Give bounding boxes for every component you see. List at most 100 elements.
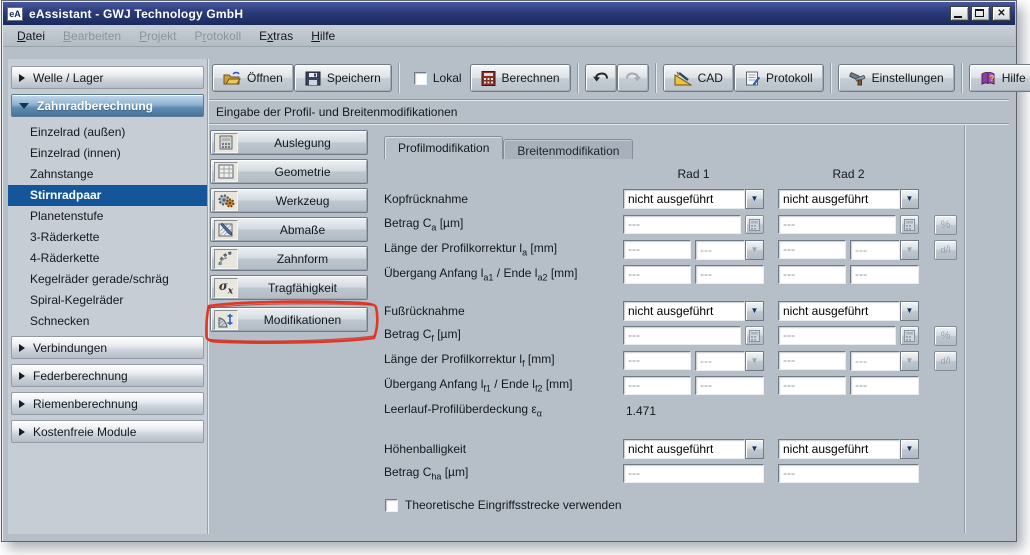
dropdown-arrow-icon: ▼	[745, 240, 764, 260]
laenge-lf-rad1-field[interactable]: ---	[623, 351, 691, 370]
close-button[interactable]: ✕	[992, 6, 1011, 21]
panel-separator	[964, 125, 966, 533]
sidebar-item-zahnstange[interactable]: Zahnstange	[8, 164, 207, 185]
cad-button[interactable]: CAD	[663, 64, 734, 92]
betrag-cf-rad1-field[interactable]: ---	[623, 326, 741, 345]
help-book-icon: ?	[980, 71, 996, 86]
uebergang-a1-rad2-field[interactable]: ---	[778, 265, 846, 284]
row-betrag-cf: Betrag Cf [µm] --- --- %	[384, 325, 957, 346]
row-fussruecknahme: Fußrücknahme nicht ausgeführt▼ nicht aus…	[384, 300, 919, 321]
sidebar-item-spiral-kegelraeder[interactable]: Spiral-Kegelräder	[8, 290, 207, 311]
modifikationen-icon	[214, 310, 238, 330]
collapsed-arrow-icon	[19, 74, 25, 82]
laenge-la-rad1-field[interactable]: ---	[623, 240, 691, 259]
lokal-checkbox-group[interactable]: Lokal	[406, 71, 470, 85]
expanded-arrow-icon	[19, 103, 29, 109]
menu-hilfe[interactable]: Hilfe	[302, 27, 344, 45]
nav-zahnform-button[interactable]: Zahnform	[210, 246, 368, 271]
lokal-checkbox[interactable]	[414, 72, 427, 85]
sidebar-item-3-raederkette[interactable]: 3-Räderkette	[8, 227, 207, 248]
dropdown-arrow-icon[interactable]: ▼	[900, 189, 919, 209]
close-icon: ✕	[997, 8, 1005, 19]
dropdown-arrow-icon[interactable]: ▼	[745, 439, 764, 459]
uebergang-f1-rad2-field[interactable]: ---	[778, 376, 846, 395]
laenge-la-rad2-combo: ---▼	[850, 240, 919, 260]
laenge-lf-rad2-field[interactable]: ---	[778, 351, 846, 370]
uebergang-a2-rad2-field[interactable]: ---	[850, 265, 919, 284]
sidebar-group-verbindungen[interactable]: Verbindungen	[11, 336, 204, 359]
dropdown-arrow-icon[interactable]: ▼	[900, 439, 919, 459]
sidebar-group-zahnradberechnung[interactable]: Zahnradberechnung	[11, 94, 204, 117]
betrag-cf-rad2-field[interactable]: ---	[778, 326, 896, 345]
sidebar-item-planetenstufe[interactable]: Planetenstufe	[8, 206, 207, 227]
nav-auslegung-button[interactable]: Auslegung	[210, 130, 368, 155]
open-button[interactable]: Öffnen	[212, 64, 294, 92]
uebergang-a2-rad1-field[interactable]: ---	[695, 265, 764, 284]
undo-button[interactable]	[585, 64, 617, 92]
tab-profilmodifikation[interactable]: Profilmodifikation	[384, 136, 503, 159]
row-betrag-cha: Betrag Cha [µm] --- ---	[384, 463, 919, 484]
sidebar-group-federberechnung[interactable]: Federberechnung	[11, 364, 204, 387]
sidebar-item-einzelrad-aussen[interactable]: Einzelrad (außen)	[8, 122, 207, 143]
theoretische-eingriffsstrecke-label: Theoretische Eingriffsstrecke verwenden	[405, 498, 622, 512]
tab-breitenmodifikation[interactable]: Breitenmodifikation	[503, 139, 633, 159]
uebergang-f2-rad2-field[interactable]: ---	[850, 376, 919, 395]
nav-geometrie-button[interactable]: Geometrie	[210, 159, 368, 184]
fussruecknahme-rad1-dropdown[interactable]: nicht ausgeführt▼	[623, 301, 764, 321]
sidebar-group-kostenfreie-module[interactable]: Kostenfreie Module	[11, 420, 204, 443]
collapsed-arrow-icon	[19, 428, 25, 436]
sidebar-item-4-raederkette[interactable]: 4-Räderkette	[8, 248, 207, 269]
sidebar-group-riemenberechnung[interactable]: Riemenberechnung	[11, 392, 204, 415]
toolbar-separator	[655, 63, 657, 93]
sidebar-item-einzelrad-innen[interactable]: Einzelrad (innen)	[8, 143, 207, 164]
dropdown-arrow-icon[interactable]: ▼	[745, 189, 764, 209]
menu-datei[interactable]: Datei	[8, 27, 54, 45]
kopfruecknahme-rad1-dropdown[interactable]: nicht ausgeführt▼	[623, 189, 764, 209]
sidebar-item-stirnradpaar[interactable]: Stirnradpaar	[8, 185, 207, 206]
rad1-header: Rad 1	[623, 167, 764, 181]
protocol-button[interactable]: Protokoll	[734, 64, 824, 92]
dropdown-arrow-icon[interactable]: ▼	[900, 301, 919, 321]
sidebar-item-schnecken[interactable]: Schnecken	[8, 311, 207, 332]
settings-button[interactable]: Einstellungen	[838, 64, 955, 92]
menubar: Datei Bearbeiten Projekt Protokoll Extra…	[3, 25, 1015, 47]
nav-werkzeug-button[interactable]: Werkzeug	[210, 188, 368, 213]
d-l-toggle-button: d/l	[934, 351, 957, 371]
kopfruecknahme-rad2-dropdown[interactable]: nicht ausgeführt▼	[778, 189, 919, 209]
nav-abmasse-button[interactable]: Abmaße	[210, 217, 368, 242]
fussruecknahme-rad2-dropdown[interactable]: nicht ausgeführt▼	[778, 301, 919, 321]
nav-tragfaehigkeit-button[interactable]: σx Tragfähigkeit	[210, 275, 368, 300]
calculate-button[interactable]: Berechnen	[470, 64, 571, 92]
save-button[interactable]: Speichern	[294, 64, 392, 92]
row-hoehenballigkeit: Höhenballigkeit nicht ausgeführt▼ nicht …	[384, 438, 919, 459]
betrag-ca-rad1-field[interactable]: ---	[623, 215, 741, 234]
zahnform-gear-icon	[214, 249, 238, 269]
minimize-icon	[954, 16, 962, 18]
menu-extras[interactable]: Extras	[250, 27, 302, 45]
betrag-cha-rad2-field[interactable]: ---	[778, 464, 919, 483]
settings-icon	[849, 71, 866, 86]
hoehenballigkeit-rad2-dropdown[interactable]: nicht ausgeführt▼	[778, 439, 919, 459]
sidebar-group-welle-lager[interactable]: Welle / Lager	[11, 66, 204, 89]
uebergang-a1-rad1-field[interactable]: ---	[623, 265, 691, 284]
hoehenballigkeit-rad1-dropdown[interactable]: nicht ausgeführt▼	[623, 439, 764, 459]
betrag-ca-rad2-field[interactable]: ---	[778, 215, 896, 234]
help-button[interactable]: ? Hilfe	[969, 64, 1030, 92]
dropdown-arrow-icon[interactable]: ▼	[745, 301, 764, 321]
mini-calculator-icon	[745, 215, 764, 234]
laenge-la-rad2-field[interactable]: ---	[778, 240, 846, 259]
uebergang-f2-rad1-field[interactable]: ---	[695, 376, 764, 395]
betrag-cha-rad1-field[interactable]: ---	[623, 464, 764, 483]
minimize-button[interactable]	[950, 6, 969, 21]
toolbar-separator	[961, 63, 963, 93]
nav-modifikationen-button[interactable]: Modifikationen	[210, 307, 368, 332]
sidebar-item-kegelraeder[interactable]: Kegelräder gerade/schräg	[8, 269, 207, 290]
theoretische-eingriffsstrecke-checkbox[interactable]	[385, 499, 398, 512]
nav-column: Auslegung Geometrie Werkzeug Abmaße Zahn…	[210, 130, 370, 336]
maximize-button[interactable]	[971, 6, 990, 21]
uebergang-f1-rad1-field[interactable]: ---	[623, 376, 691, 395]
laenge-lf-rad2-combo: ---▼	[850, 351, 919, 371]
tab-bar: Profilmodifikation Breitenmodifikation	[384, 136, 633, 159]
row-laenge-lf: Länge der Profilkorrektur lf [mm] ------…	[384, 350, 957, 371]
laenge-la-rad1-combo: ---▼	[695, 240, 764, 260]
